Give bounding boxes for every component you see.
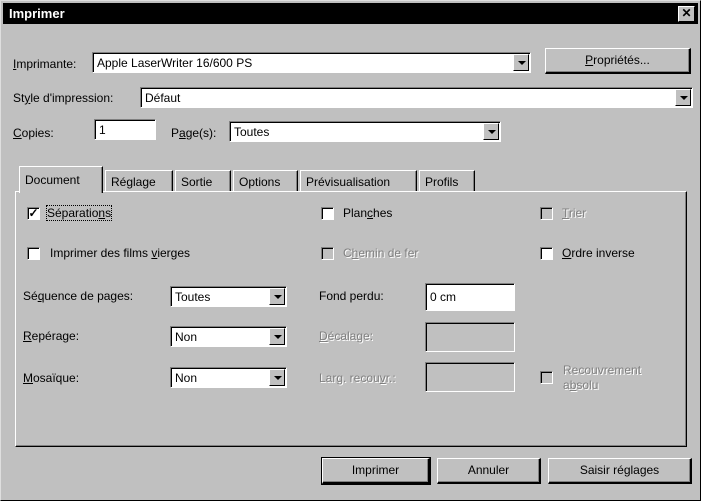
printer-value: Apple LaserWriter 16/600 PS [97,56,253,70]
reverse-order-checkbox[interactable] [540,247,553,260]
chevron-down-icon[interactable] [483,123,499,140]
blank-films-checkbox[interactable] [27,247,40,260]
copies-input[interactable]: 1 [94,119,156,140]
bleed-label: Fond perdu: [319,289,384,303]
separations-label: Séparations [45,205,113,221]
spreads-label: Chemin de fer [343,246,419,260]
overlap-input[interactable] [425,362,515,392]
page-sequence-value: Toutes [175,290,211,304]
pages-value: Toutes [234,125,270,139]
chevron-down-icon[interactable] [675,89,691,106]
reverse-order-label: Ordre inverse [562,246,635,260]
tiling-select[interactable]: Non [170,367,287,388]
tab-reglage[interactable]: Réglage [105,170,173,192]
window-title: Imprimer [9,6,65,21]
offset-label: Décalage: [319,329,374,343]
chevron-down-icon[interactable] [269,288,285,305]
document-panel [15,191,687,447]
printer-label: Imprimante: [13,57,77,71]
plates-checkbox[interactable] [321,207,334,220]
chevron-down-icon[interactable] [269,369,285,386]
print-style-select[interactable]: Défaut [140,87,693,108]
capture-settings-button[interactable]: Saisir réglages [548,458,692,484]
tab-sortie[interactable]: Sortie [175,170,231,192]
collate-checkbox[interactable] [540,207,553,220]
bleed-input[interactable]: 0 cm [425,283,515,311]
print-style-value: Défaut [145,91,181,105]
print-style-label: Style d'impression: [13,91,114,105]
page-sequence-select[interactable]: Toutes [170,286,287,307]
offset-input[interactable] [425,322,515,352]
page-sequence-label: Séquence de pages: [23,289,134,303]
print-button[interactable]: Imprimer [321,457,431,485]
tiling-label: Mosaïque: [23,371,80,385]
tiling-value: Non [175,371,198,385]
printer-select[interactable]: Apple LaserWriter 16/600 PS [92,52,531,73]
copies-label: Copies: [13,126,54,140]
bleed-value: 0 cm [430,290,457,304]
tab-document[interactable]: Document [19,166,103,193]
chevron-down-icon[interactable] [513,54,529,71]
registration-value: Non [175,330,198,344]
close-icon[interactable]: ✕ [678,6,695,22]
cancel-button[interactable]: Annuler [437,458,541,484]
registration-select[interactable]: Non [170,326,287,347]
properties-button[interactable]: Propriétés... [545,48,691,74]
tab-previsualisation[interactable]: Prévisualisation [300,170,417,192]
title-bar[interactable]: Imprimer ✕ [3,3,698,24]
tab-options[interactable]: Options [233,170,298,192]
separations-checkbox[interactable]: ✓ [27,207,40,220]
blank-films-label: Imprimer des films vierges [50,246,191,260]
absolute-overlap-label: Recouvrement absolu [563,363,642,392]
overlap-label: Larg. recouvr.: [319,371,396,385]
plates-label: Planches [343,206,393,220]
collate-label: Trier [562,206,587,220]
registration-label: Repérage: [23,329,80,343]
chevron-down-icon[interactable] [269,328,285,345]
tab-profils[interactable]: Profils [419,170,475,192]
pages-label: Page(s): [171,126,217,140]
copies-value: 1 [99,123,106,137]
pages-select[interactable]: Toutes [229,121,501,142]
spreads-checkbox[interactable] [321,247,334,260]
absolute-overlap-checkbox[interactable] [540,371,553,384]
